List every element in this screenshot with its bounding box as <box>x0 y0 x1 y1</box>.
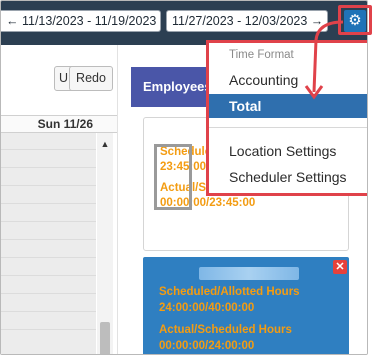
annotation-gear-highlight <box>338 5 372 35</box>
scroll-up-icon[interactable]: ▲ <box>97 139 113 149</box>
time-row <box>1 203 96 204</box>
redacted-employee-name <box>199 267 299 280</box>
next-week-button[interactable]: 11/27/2023 - 12/03/2023 → <box>166 10 328 32</box>
menu-item-location-settings[interactable]: Location Settings <box>209 139 367 163</box>
menu-item-accounting[interactable]: Accounting <box>209 68 367 92</box>
time-row <box>1 257 96 258</box>
time-row <box>1 221 96 222</box>
allotted-hours-label: Scheduled/Allotted Hours <box>159 286 300 298</box>
previous-week-button[interactable]: ← 11/13/2023 - 11/19/2023 <box>1 10 161 32</box>
time-row <box>1 275 96 276</box>
time-row <box>1 185 96 186</box>
time-row <box>1 239 96 240</box>
time-row <box>1 167 96 168</box>
time-format-header: Time Format <box>229 49 294 61</box>
menu-item-total[interactable]: Total <box>209 94 367 118</box>
actual-hours-value: 00:00:00/24:00:00 <box>159 340 255 352</box>
close-icon[interactable]: ✕ <box>333 260 347 274</box>
annotation-highlight-box <box>154 144 192 210</box>
menu-divider <box>209 127 367 128</box>
redo-button[interactable]: Redo <box>69 66 113 91</box>
time-row <box>1 311 96 312</box>
app-frame: ← 11/13/2023 - 11/19/2023 11/27/2023 - 1… <box>0 0 368 355</box>
allotted-hours-value: 24:00:00/40:00:00 <box>159 302 255 314</box>
time-row <box>1 293 96 294</box>
employee-shift-card[interactable]: ✕ Scheduled/Allotted Hours 24:00:00/40:0… <box>143 257 349 354</box>
day-column[interactable] <box>1 133 96 354</box>
actual-hours-label: Actual/Scheduled Hours <box>159 324 292 336</box>
scroll-thumb[interactable] <box>100 322 110 354</box>
vertical-scrollbar[interactable]: ▲ <box>97 133 113 354</box>
time-row <box>1 329 96 330</box>
day-column-header: Sun 11/26 <box>1 115 117 133</box>
top-toolbar: ← 11/13/2023 - 11/19/2023 11/27/2023 - 1… <box>1 1 367 45</box>
time-row <box>1 149 96 150</box>
menu-item-scheduler-settings[interactable]: Scheduler Settings <box>209 165 367 189</box>
settings-dropdown-menu: Time Format Accounting Total Location Se… <box>206 40 367 196</box>
day-panel: Undo Redo Sun 11/26 ▲ <box>1 45 117 354</box>
